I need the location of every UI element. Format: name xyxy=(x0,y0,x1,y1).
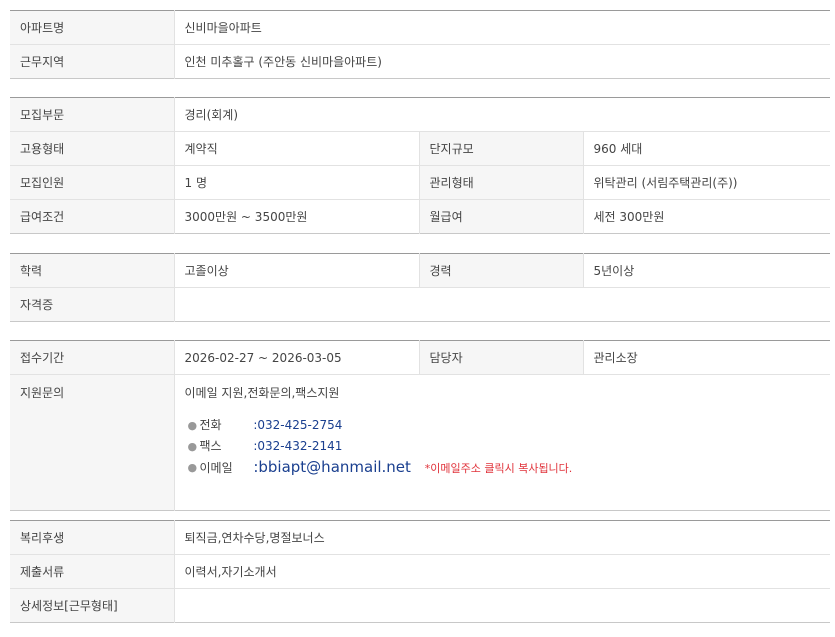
table-row: 접수기간 2026-02-27 ~ 2026-03-05 담당자 관리소장 xyxy=(10,340,830,375)
table-row: 모집인원 1 명 관리형태 위탁관리 (서림주택관리(주)) xyxy=(10,165,830,200)
headcount-label: 모집인원 xyxy=(10,165,175,200)
work-location-value: 인천 미추홀구 (주안동 신비마을아파트) xyxy=(184,55,382,69)
documents-label: 제출서류 xyxy=(10,554,175,589)
manager-label: 담당자 xyxy=(418,340,584,375)
documents-value: 이력서,자기소개서 xyxy=(174,554,830,589)
work-location-label: 근무지역 xyxy=(10,44,175,79)
recruit-dept-label: 모집부문 xyxy=(10,97,175,132)
apartment-name-value: 신비마을아파트 xyxy=(174,10,830,45)
qualification-table: 학력 고졸이상 경력 5년이상 자격증 xyxy=(10,253,830,322)
recruitment-info-table: 모집부문 경리(회계) 고용형태 계약직 단지규모 960 세대 모집인원 1 … xyxy=(10,97,830,234)
monthly-salary-label: 월급여 xyxy=(418,199,584,234)
management-type-label: 관리형태 xyxy=(418,165,584,200)
contact-list: ● 전화 :032-425-2754 ● 팩스 :032-432-2141 ● … xyxy=(185,415,831,478)
table-row: 고용형태 계약직 단지규모 960 세대 xyxy=(10,131,830,166)
benefits-table: 복리후생 퇴직금,연차수당,명절보너스 제출서류 이력서,자기소개서 상세정보[… xyxy=(10,520,830,623)
education-value: 고졸이상 xyxy=(174,253,419,288)
monthly-salary-value: 세전 300만원 xyxy=(593,210,665,224)
contact-phone: ● 전화 :032-425-2754 xyxy=(185,415,831,436)
experience-value: 5년이상 xyxy=(583,253,830,288)
bullet-icon: ● xyxy=(187,461,198,474)
welfare-value: 퇴직금,연차수당,명절보너스 xyxy=(174,520,830,555)
table-row: 상세정보[근무형태] xyxy=(10,588,830,623)
table-row: 급여조건 3000만원 ~ 3500만원 월급여 세전 300만원 xyxy=(10,199,830,234)
job-posting-detail: 아파트명 신비마을아파트 근무지역 인천 미추홀구 (주안동 신비마을아파트) … xyxy=(0,0,835,637)
experience-label: 경력 xyxy=(418,253,584,288)
application-period-value: 2026-02-27 ~ 2026-03-05 xyxy=(174,340,419,375)
certificate-value xyxy=(174,288,830,322)
bullet-icon: ● xyxy=(187,419,198,432)
table-row: 제출서류 이력서,자기소개서 xyxy=(10,554,830,589)
detail-info-label: 상세정보[근무형태] xyxy=(10,588,175,623)
email-link[interactable]: :bbiapt@hanmail.net xyxy=(253,458,411,476)
table-row: 근무지역 인천 미추홀구 (주안동 신비마을아파트) xyxy=(10,44,830,79)
complex-size-value: 960 세대 xyxy=(583,131,830,166)
fax-label: 팩스 xyxy=(199,439,222,453)
salary-label: 급여조건 xyxy=(10,199,175,234)
manager-value: 관리소장 xyxy=(583,340,830,375)
inquiry-cell: 이메일 지원,전화문의,팩스지원 ● 전화 :032-425-2754 ● 팩스… xyxy=(174,375,830,511)
contact-fax: ● 팩스 :032-432-2141 xyxy=(185,436,831,457)
application-period-label: 접수기간 xyxy=(10,340,175,375)
headcount-value: 1 명 xyxy=(174,165,419,200)
recruit-dept-value: 경리(회계) xyxy=(174,97,830,132)
detail-info-value xyxy=(174,589,830,623)
email-label: 이메일 xyxy=(199,461,233,475)
fax-value: :032-432-2141 xyxy=(253,439,343,453)
welfare-label: 복리후생 xyxy=(10,520,175,555)
apartment-name-label: 아파트명 xyxy=(10,10,175,45)
table-row: 아파트명 신비마을아파트 xyxy=(10,10,830,45)
inquiry-label: 지원문의 xyxy=(10,374,175,511)
certificate-label: 자격증 xyxy=(10,287,175,322)
inquiry-methods: 이메일 지원,전화문의,팩스지원 xyxy=(184,386,340,400)
contact-email: ● 이메일 :bbiapt@hanmail.net *이메일주소 클릭시 복사됩… xyxy=(185,457,831,478)
employment-type-label: 고용형태 xyxy=(10,131,175,166)
employment-type-value: 계약직 xyxy=(174,131,419,166)
management-type-value: 위탁관리 (서림주택관리(주)) xyxy=(583,165,830,200)
application-table: 접수기간 2026-02-27 ~ 2026-03-05 담당자 관리소장 지원… xyxy=(10,340,830,511)
complex-size-label: 단지규모 xyxy=(418,131,584,166)
email-copy-note: *이메일주소 클릭시 복사됩니다. xyxy=(424,462,573,475)
table-row: 자격증 xyxy=(10,287,830,322)
phone-value: :032-425-2754 xyxy=(253,418,343,432)
education-label: 학력 xyxy=(10,253,175,288)
table-row: 지원문의 이메일 지원,전화문의,팩스지원 ● 전화 :032-425-2754… xyxy=(10,374,830,511)
table-row: 복리후생 퇴직금,연차수당,명절보너스 xyxy=(10,520,830,555)
table-row: 학력 고졸이상 경력 5년이상 xyxy=(10,253,830,288)
bullet-icon: ● xyxy=(187,440,198,453)
apartment-info-table: 아파트명 신비마을아파트 근무지역 인천 미추홀구 (주안동 신비마을아파트) xyxy=(10,10,830,79)
phone-label: 전화 xyxy=(199,418,222,432)
salary-value: 3000만원 ~ 3500만원 xyxy=(184,210,308,224)
table-row: 모집부문 경리(회계) xyxy=(10,97,830,132)
